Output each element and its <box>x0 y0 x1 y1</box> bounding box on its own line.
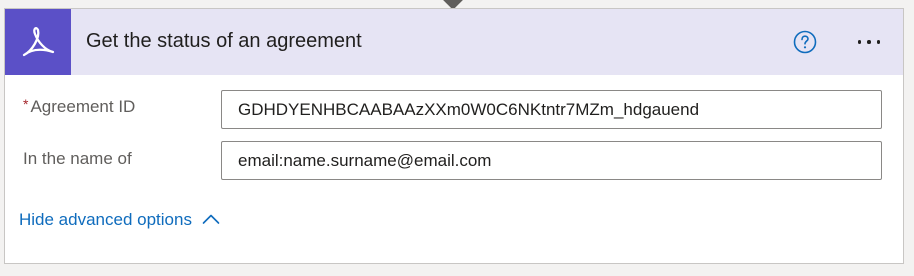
agreement-id-value: GDHDYENHBCAABAAzXXm0W0C6NKtntr7MZm_hdgau… <box>238 99 700 119</box>
chevron-up-icon <box>202 210 220 230</box>
more-options-button[interactable] <box>851 33 887 51</box>
card-title: Get the status of an agreement <box>86 30 362 52</box>
in-the-name-of-input[interactable]: email:name.surname@email.com <box>221 141 882 180</box>
agreement-id-input[interactable]: GDHDYENHBCAABAAzXXm0W0C6NKtntr7MZm_hdgau… <box>221 90 882 129</box>
help-circle-icon[interactable] <box>793 30 817 54</box>
agreement-id-label: * Agreement ID <box>23 96 136 116</box>
card-header[interactable]: Get the status of an agreement <box>5 9 903 75</box>
adobe-acrobat-sign-icon <box>5 9 71 75</box>
in-the-name-of-label: In the name of <box>23 149 132 168</box>
hide-advanced-options-button[interactable]: Hide advanced options <box>19 210 220 230</box>
action-card: Get the status of an agreement * Agreemen… <box>4 8 904 264</box>
required-asterisk: * <box>23 96 29 112</box>
hide-advanced-options-label: Hide advanced options <box>19 210 192 229</box>
more-options-icon <box>857 40 862 44</box>
in-the-name-of-value: email:name.surname@email.com <box>238 150 492 170</box>
